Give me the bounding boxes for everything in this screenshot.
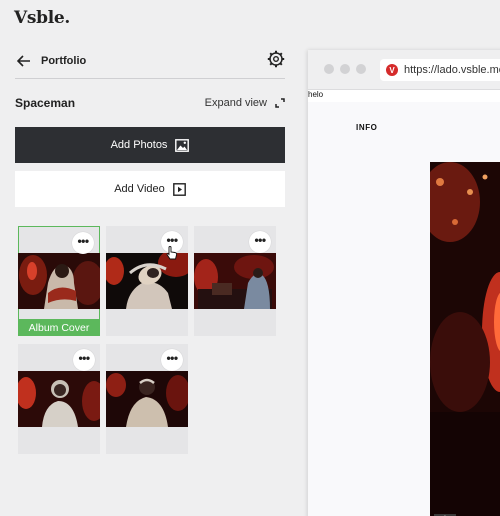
photo-image — [106, 371, 188, 427]
image-icon — [175, 138, 190, 152]
add-video-label: Add Video — [114, 183, 165, 195]
photo-thumbnail[interactable]: ••• — [106, 344, 188, 454]
album-editor-panel: Portfolio Spaceman Expand view Add Photo… — [0, 38, 300, 516]
play-box-icon — [172, 182, 186, 196]
album-title: Spaceman — [15, 96, 76, 110]
photo-image — [106, 253, 188, 309]
photo-thumbnail[interactable]: ••• — [106, 226, 188, 336]
more-options-button[interactable]: ••• — [73, 349, 95, 371]
site-preview-window: V https://lado.vsble.me helo INFO + — [308, 50, 500, 516]
panel-header: Portfolio — [15, 50, 285, 72]
photo-image — [18, 253, 100, 309]
window-minimize-dot[interactable] — [340, 64, 350, 74]
photo-image — [194, 253, 276, 309]
album-header: Spaceman Expand view — [15, 95, 285, 111]
expand-icon — [275, 98, 285, 108]
more-options-button[interactable]: ••• — [161, 349, 183, 371]
header-divider — [15, 78, 285, 79]
photo-image — [18, 371, 100, 427]
window-maximize-dot[interactable] — [356, 64, 366, 74]
vsble-favicon-icon: V — [386, 64, 398, 76]
add-photos-button[interactable]: Add Photos — [15, 127, 285, 163]
add-video-button[interactable]: Add Video — [15, 171, 285, 207]
more-options-button[interactable]: ••• — [72, 232, 94, 254]
browser-toolbar: V https://lado.vsble.me — [308, 50, 500, 90]
gear-icon[interactable] — [267, 50, 285, 68]
url-bar[interactable]: V https://lado.vsble.me — [380, 59, 500, 81]
expand-view-button[interactable]: Expand view — [205, 97, 285, 109]
tooltip-text: helo — [308, 90, 324, 99]
url-text: https://lado.vsble.me — [404, 64, 500, 76]
photo-thumbnail[interactable]: ••• — [18, 344, 100, 454]
hand-cursor-icon — [166, 246, 178, 260]
site-page: INFO + — [308, 102, 500, 516]
photo-thumbnail[interactable]: ••• — [194, 226, 276, 336]
hero-photo — [430, 162, 500, 516]
arrow-left-icon[interactable] — [15, 52, 33, 70]
window-close-dot[interactable] — [324, 64, 334, 74]
info-menu-link[interactable]: INFO — [356, 123, 378, 132]
more-options-button[interactable]: ••• — [249, 231, 271, 253]
album-cover-badge: Album Cover — [18, 319, 100, 336]
expand-view-label: Expand view — [204, 97, 267, 109]
add-photos-label: Add Photos — [110, 139, 168, 151]
vsble-logo: Vsble. — [14, 8, 71, 28]
photo-thumbnail[interactable]: ••• Album Cover — [18, 226, 100, 336]
portfolio-title[interactable]: Portfolio — [41, 55, 86, 67]
